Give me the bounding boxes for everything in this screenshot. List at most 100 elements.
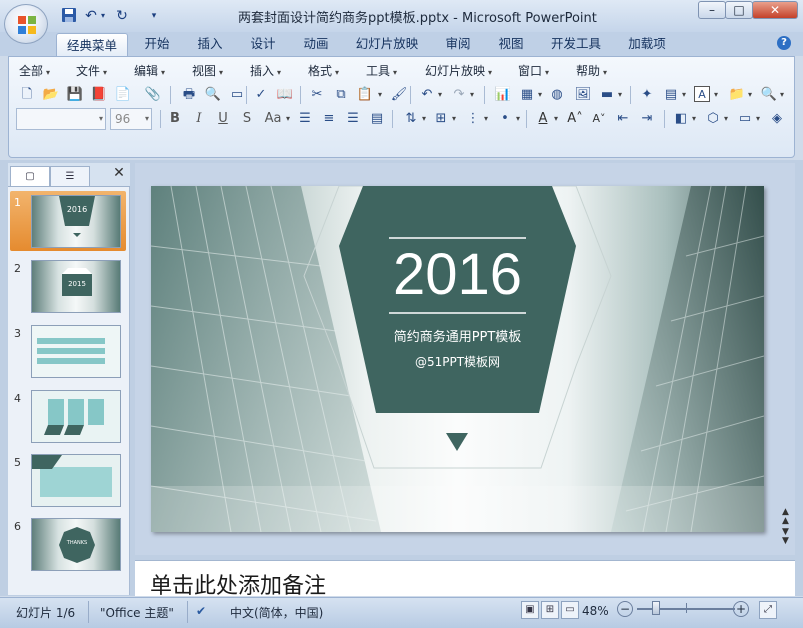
arrange-dropdown-icon[interactable]: ▾ [690, 110, 698, 128]
shape-fill-icon[interactable]: ◈ [768, 110, 786, 128]
justify-icon[interactable]: ▤ [368, 110, 386, 128]
tab-classic-menu[interactable]: 经典菜单 [56, 33, 128, 57]
text-box-icon[interactable]: A [694, 86, 710, 102]
research-icon[interactable]: 📖 [276, 86, 294, 104]
vertical-scrollbar[interactable]: ▲ ▲ ▼ ▼ [780, 186, 794, 546]
font-color-icon[interactable]: A [534, 110, 552, 128]
save-file-icon[interactable]: 💾 [66, 86, 84, 104]
italic-button[interactable]: I [190, 110, 208, 128]
shadow-button[interactable]: S [238, 110, 256, 128]
undo-toolbar-icon[interactable]: ↶ [418, 86, 436, 104]
bold-button[interactable]: B [166, 110, 184, 128]
copy-icon[interactable]: ⧉ [332, 86, 350, 104]
zoom-out-icon[interactable]: − [617, 601, 633, 617]
tab-slide-show[interactable]: 幻灯片放映 [345, 32, 429, 56]
paste-dropdown-icon[interactable]: ▾ [376, 86, 384, 104]
tab-add-ins[interactable]: 加载项 [617, 32, 677, 56]
layout-dropdown-icon[interactable]: ▾ [680, 86, 688, 104]
tab-design[interactable]: 设计 [239, 32, 287, 56]
zoom-slider-thumb[interactable] [652, 601, 660, 615]
folder-icon[interactable]: 📁 [728, 86, 746, 104]
zoom-dropdown-icon[interactable]: ▾ [778, 86, 786, 104]
zoom-in-icon[interactable]: + [733, 601, 749, 617]
slide-sorter-view-icon[interactable]: ⊞ [541, 601, 559, 619]
slide-canvas[interactable]: 2016 简约商务通用PPT模板 @51PPT模板网 [151, 186, 764, 532]
bullets-dropdown-icon[interactable]: ▾ [514, 110, 522, 128]
tab-view[interactable]: 视图 [487, 32, 535, 56]
menu-window[interactable]: 窗口 ▾ [518, 62, 549, 80]
font-name-combo[interactable]: ▾ [16, 108, 106, 130]
underline-button[interactable]: U [214, 110, 232, 128]
notes-placeholder[interactable]: 单击此处添加备注 [150, 568, 326, 600]
outline-tab[interactable]: ☰ [50, 166, 90, 186]
help-icon[interactable]: ? [777, 36, 791, 50]
change-case-button[interactable]: Aa [262, 110, 284, 128]
theme-name[interactable]: "Office 主题" [100, 604, 174, 621]
insert-chart-icon[interactable]: 📊 [494, 86, 512, 104]
undo-dropdown-icon[interactable]: ▾ [98, 7, 108, 25]
numbering-icon[interactable]: ⋮ [464, 110, 482, 128]
increase-indent-icon[interactable]: ⇥ [638, 110, 656, 128]
minimize-button[interactable]: – [698, 1, 726, 19]
pdf-icon[interactable]: 📕 [90, 86, 108, 104]
slide-thumbnail-5[interactable] [31, 454, 121, 507]
tab-animations[interactable]: 动画 [292, 32, 340, 56]
clipart-icon[interactable]: ◍ [548, 86, 566, 104]
next-slide-icon[interactable]: ▼ ▼ [782, 528, 792, 546]
slide-thumbnail-6[interactable]: THANKS [31, 518, 121, 571]
font-color-dropdown-icon[interactable]: ▾ [552, 110, 560, 128]
redo-toolbar-icon[interactable]: ↷ [450, 86, 468, 104]
open-folder-icon[interactable]: 📂 [42, 86, 60, 104]
tab-developer[interactable]: 开发工具 [540, 32, 612, 56]
attach-icon[interactable]: 📎 [144, 86, 162, 104]
undo-toolbar-dropdown-icon[interactable]: ▾ [436, 86, 444, 104]
cut-icon[interactable]: ✂ [308, 86, 326, 104]
permission-icon[interactable]: 📄 [114, 86, 132, 104]
slide-subtitle[interactable]: 简约商务通用PPT模板 [339, 326, 576, 345]
layout-icon[interactable]: ▤ [662, 86, 680, 104]
shrink-font-icon[interactable]: A˅ [590, 110, 608, 128]
quick-styles-dropdown-icon[interactable]: ▾ [754, 110, 762, 128]
change-case-dropdown-icon[interactable]: ▾ [284, 110, 292, 128]
customize-qat-icon[interactable]: ▾ [145, 7, 163, 25]
zoom-icon[interactable]: 🔍 [760, 86, 778, 104]
slide-website[interactable]: @51PPT模板网 [339, 353, 576, 370]
align-text-icon[interactable]: ⊞ [432, 110, 450, 128]
color-grayscale-icon[interactable]: ▬ [598, 86, 616, 104]
spell-check-icon[interactable]: ✔ [196, 604, 206, 618]
menu-help[interactable]: 帮助 ▾ [576, 62, 607, 80]
slide-view-icon[interactable]: ▭ [228, 86, 246, 104]
shapes-icon[interactable]: ⬡ [704, 110, 722, 128]
new-slide-icon[interactable]: ✦ [638, 86, 656, 104]
normal-view-icon[interactable]: ▣ [521, 601, 539, 619]
numbering-dropdown-icon[interactable]: ▾ [482, 110, 490, 128]
slide-thumbnail-2[interactable]: 2015 [31, 260, 121, 313]
slide-year[interactable]: 2016 [339, 238, 576, 312]
tab-home[interactable]: 开始 [133, 32, 181, 56]
insert-table-icon[interactable]: ▦ [518, 86, 536, 104]
align-left-icon[interactable]: ☰ [296, 110, 314, 128]
tab-review[interactable]: 审阅 [434, 32, 482, 56]
quick-styles-icon[interactable]: ▭ [736, 110, 754, 128]
menu-all[interactable]: 全部 ▾ [19, 62, 50, 80]
print-preview-icon[interactable]: 🔍 [204, 86, 222, 104]
slide-thumbnail-4[interactable] [31, 390, 121, 443]
close-button[interactable]: ✕ [752, 1, 798, 19]
menu-insert[interactable]: 插入 ▾ [250, 62, 281, 80]
insert-table-dropdown-icon[interactable]: ▾ [536, 86, 544, 104]
close-pane-icon[interactable]: ✕ [112, 166, 126, 180]
menu-edit[interactable]: 编辑 ▾ [134, 62, 165, 80]
zoom-level[interactable]: 48% [582, 604, 609, 618]
slide-thumbnail-1[interactable]: 2016 [31, 195, 121, 248]
bullets-icon[interactable]: • [496, 110, 514, 128]
menu-format[interactable]: 格式 ▾ [308, 62, 339, 80]
text-direction-icon[interactable]: ⇅ [402, 110, 420, 128]
redo-toolbar-dropdown-icon[interactable]: ▾ [468, 86, 476, 104]
align-text-dropdown-icon[interactable]: ▾ [450, 110, 458, 128]
decrease-indent-icon[interactable]: ⇤ [614, 110, 632, 128]
insert-picture-icon[interactable]: 🖼 [574, 86, 592, 104]
menu-view[interactable]: 视图 ▾ [192, 62, 223, 80]
maximize-button[interactable]: □ [725, 1, 753, 19]
paste-icon[interactable]: 📋 [356, 86, 374, 104]
menu-tools[interactable]: 工具 ▾ [366, 62, 397, 80]
